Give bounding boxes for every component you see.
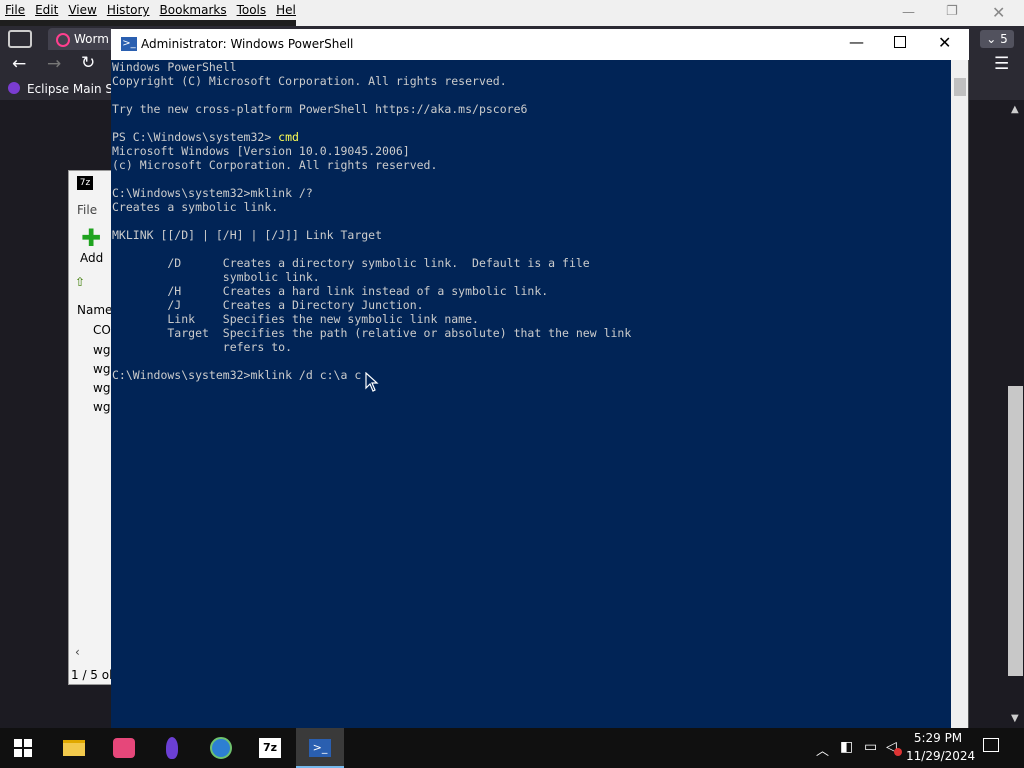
browser-minimize-icon[interactable]: —: [902, 5, 915, 20]
start-windows-icon[interactable]: [14, 739, 32, 757]
add-button-label[interactable]: Add: [80, 251, 111, 265]
console-line: C:\Windows\system32>mklink /?: [112, 186, 313, 200]
mouse-cursor-icon: [365, 372, 379, 392]
console-line: PS C:\Windows\system32> cmd: [112, 130, 299, 144]
browser-scroll-thumb[interactable]: [1008, 386, 1023, 676]
eclipse-favicon-icon: [8, 82, 20, 94]
console-line: (c) Microsoft Corporation. All rights re…: [112, 158, 438, 172]
sevenzip-app-icon: 7z: [77, 176, 93, 190]
console-output[interactable]: Windows PowerShell Copyright (C) Microso…: [111, 60, 951, 728]
wps-icon[interactable]: [100, 728, 148, 768]
back-icon[interactable]: ←: [12, 54, 26, 74]
console-line: /J Creates a Directory Junction.: [112, 298, 424, 312]
hamburger-menu-icon[interactable]: ☰: [994, 54, 1009, 74]
console-line: symbolic link.: [112, 270, 320, 284]
console-line: Copyright (C) Microsoft Corporation. All…: [112, 74, 507, 88]
ps-prompt: PS C:\Windows\system32>: [112, 130, 279, 144]
menu-history[interactable]: History: [102, 3, 155, 17]
powershell-app-icon: >_: [121, 37, 137, 51]
scroll-up-icon[interactable]: ▲: [1011, 104, 1019, 115]
meet-now-icon[interactable]: ◧: [840, 739, 853, 755]
mute-badge-icon: [894, 748, 902, 756]
minimize-icon[interactable]: —: [849, 33, 864, 51]
notifications-icon[interactable]: [983, 738, 999, 752]
file-row[interactable]: wg: [93, 362, 111, 376]
powershell-icon[interactable]: >_: [296, 728, 344, 768]
tab-title: Worm: [74, 32, 109, 46]
tab-count-badge[interactable]: ⌄ 5: [980, 30, 1014, 48]
file-row[interactable]: wg: [93, 400, 111, 414]
menu-file[interactable]: File: [0, 3, 30, 17]
maximize-icon[interactable]: [894, 36, 906, 48]
tab-favicon-icon: [56, 32, 70, 47]
powershell-title: Administrator: Windows PowerShell: [141, 37, 354, 51]
menu-view[interactable]: View: [63, 3, 101, 17]
console-line: Microsoft Windows [Version 10.0.19045.20…: [112, 144, 410, 158]
file-row[interactable]: wg: [93, 381, 111, 395]
scroll-left-icon[interactable]: ‹: [75, 645, 111, 659]
console-input-line[interactable]: C:\Windows\system32>mklink /d c:\a c: [112, 368, 361, 382]
browser-restore-icon[interactable]: ❐: [946, 4, 958, 19]
menu-bookmarks[interactable]: Bookmarks: [155, 3, 232, 17]
tray-overflow-icon[interactable]: ︿: [816, 740, 829, 759]
console-line: MKLINK [[/D] | [/H] | [/J]] Link Target: [112, 228, 383, 242]
console-line: /D Creates a directory symbolic link. De…: [112, 256, 590, 270]
menu-edit[interactable]: Edit: [30, 3, 63, 17]
file-explorer-icon[interactable]: [50, 728, 98, 768]
browser-close-icon[interactable]: ✕: [992, 3, 1005, 22]
eclipse-icon[interactable]: [148, 728, 196, 768]
file-row[interactable]: wg: [93, 343, 111, 357]
console-line: Target Specifies the path (relative or a…: [112, 326, 632, 340]
add-plus-icon[interactable]: ✚: [81, 226, 111, 250]
sevenzip-menu-file[interactable]: File: [77, 203, 111, 217]
up-folder-icon[interactable]: ⇧: [75, 275, 111, 289]
tab-overview-icon[interactable]: [8, 30, 32, 48]
menu-tools[interactable]: Tools: [232, 3, 272, 17]
ps-command: cmd: [278, 130, 299, 144]
sevenzip-window[interactable]: 7z File ✚ Add ⇧ Name CO wg wg wg wg ‹ 1 …: [68, 170, 112, 685]
7zip-icon[interactable]: 7z: [246, 728, 294, 768]
tab-count: 5: [1000, 32, 1008, 46]
close-icon[interactable]: ✕: [938, 33, 951, 52]
clock-time[interactable]: 5:29 PM: [910, 731, 966, 745]
sevenzip-status: 1 / 5 ob: [71, 668, 111, 682]
console-line: Try the new cross-platform PowerShell ht…: [112, 102, 528, 116]
clock-date[interactable]: 11/29/2024: [906, 749, 975, 763]
browser-tab[interactable]: Worm: [48, 28, 114, 50]
console-line: /H Creates a hard link instead of a symb…: [112, 284, 549, 298]
column-name-header[interactable]: Name: [77, 303, 111, 317]
console-line: refers to.: [112, 340, 293, 354]
scroll-down-icon[interactable]: ▼: [1011, 713, 1019, 724]
console-line: Creates a symbolic link.: [112, 200, 279, 214]
console-scrollbar[interactable]: [951, 60, 968, 728]
console-scroll-thumb[interactable]: [954, 78, 966, 96]
network-icon[interactable]: ▭: [864, 739, 877, 755]
console-line: Windows PowerShell: [112, 60, 237, 74]
browser-title-strip: — ❐ ✕: [296, 0, 1024, 26]
reload-icon[interactable]: ↻: [81, 53, 95, 73]
network-globe-icon[interactable]: [197, 728, 245, 768]
console-line: Link Specifies the new symbolic link nam…: [112, 312, 479, 326]
file-row[interactable]: CO: [93, 323, 111, 337]
forward-icon[interactable]: →: [47, 54, 61, 74]
browser-menubar: File Edit View History Bookmarks Tools H…: [0, 0, 304, 20]
